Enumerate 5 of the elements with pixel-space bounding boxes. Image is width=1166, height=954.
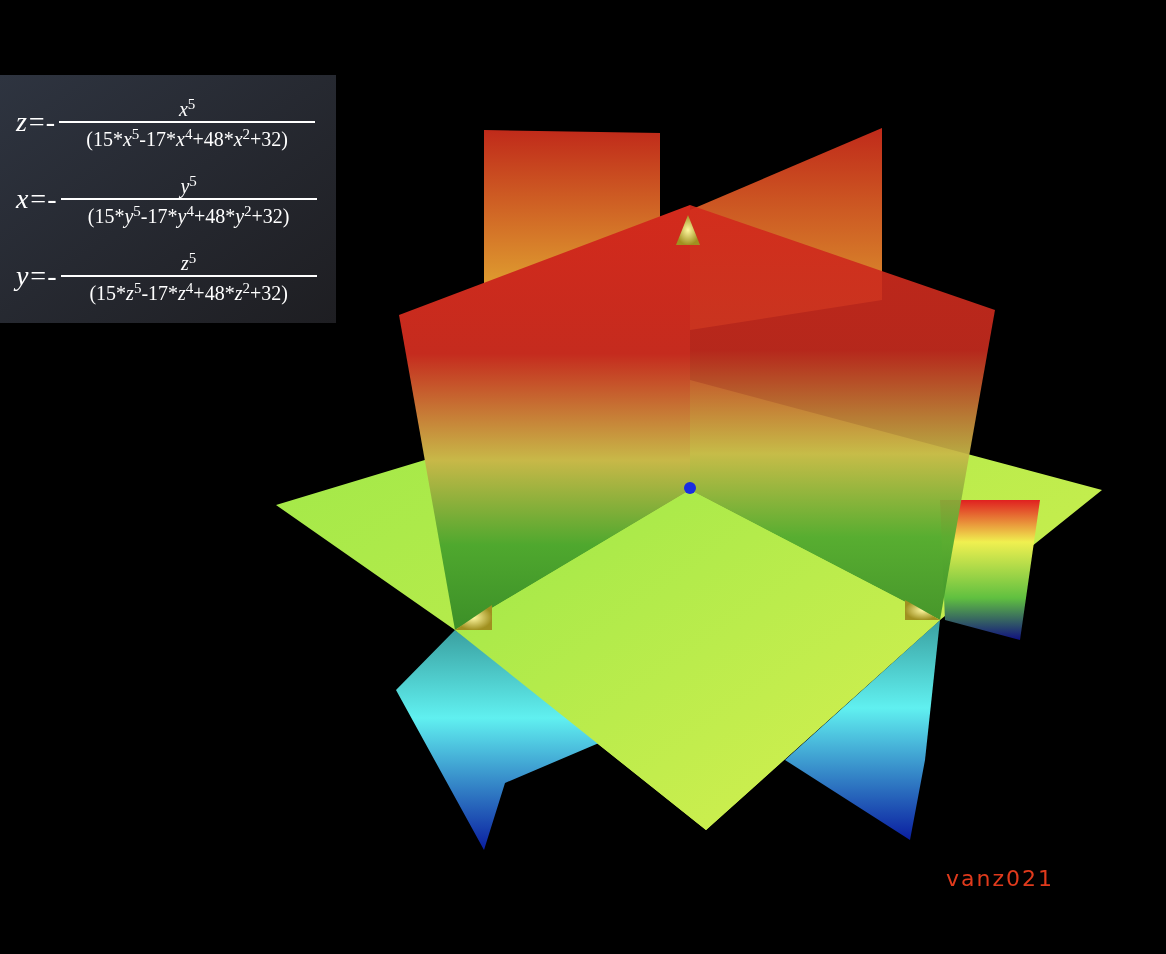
equation-lhs: z=- xyxy=(16,104,56,139)
origin-dot xyxy=(684,482,696,494)
axis-cone xyxy=(676,215,700,245)
signature-text: vanz021 xyxy=(946,865,1054,893)
equation-lhs: x=- xyxy=(16,182,57,216)
